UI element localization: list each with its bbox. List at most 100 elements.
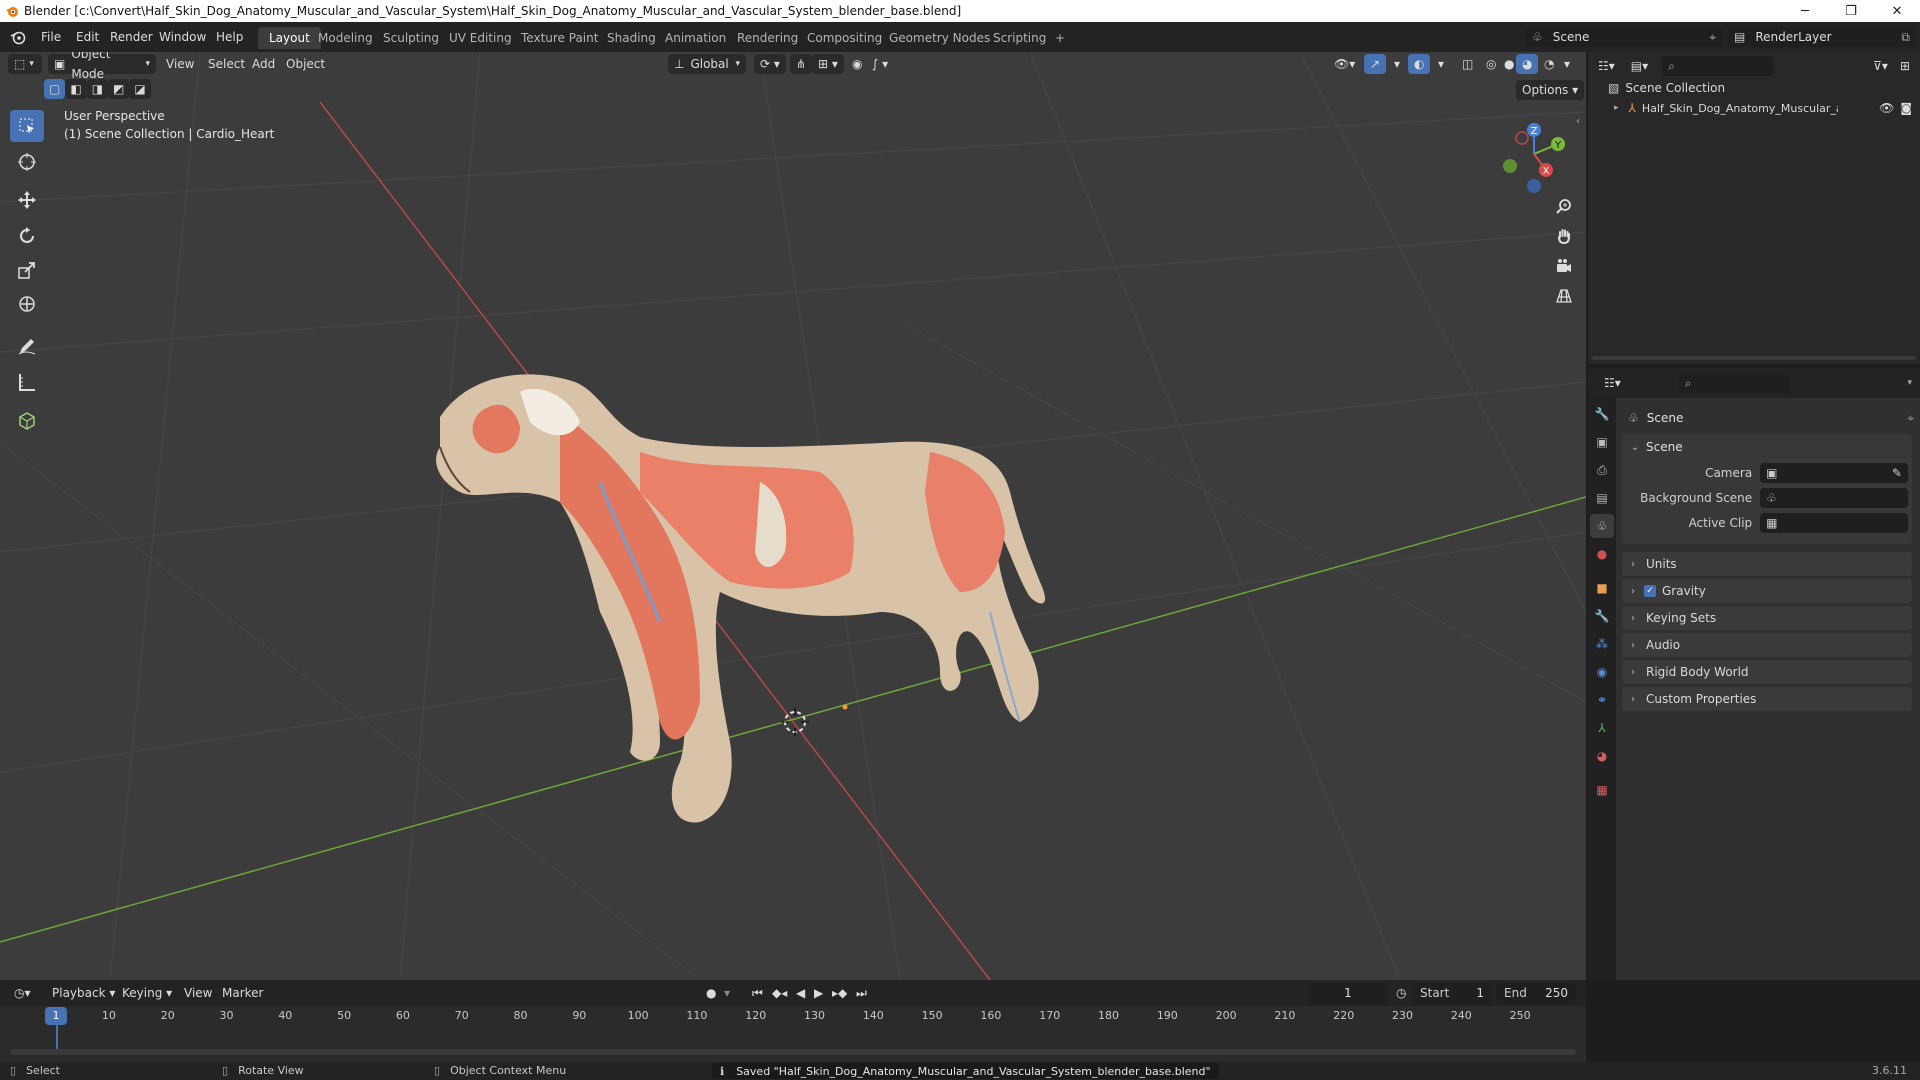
chevron-down-icon[interactable]: ▾ — [1558, 54, 1576, 74]
chevron-down-icon[interactable]: ▾ — [718, 983, 736, 1003]
select-invert-icon[interactable]: ◩ — [108, 79, 130, 99]
object-tab-icon[interactable]: ■ — [1590, 576, 1614, 600]
camera-field[interactable]: ▣ ✎ — [1760, 463, 1908, 483]
menu-help[interactable]: Help — [208, 27, 251, 47]
view-layer-selector[interactable]: ▤ RenderLayer ⧉ — [1728, 27, 1916, 47]
display-mode-icon[interactable]: ▤▾ — [1625, 56, 1654, 76]
view-layer-tab-icon[interactable]: ▤ — [1590, 486, 1614, 510]
panel-gravity[interactable]: › ✓ Gravity — [1622, 579, 1912, 603]
playback-menu[interactable]: Playback ▾ — [46, 983, 121, 1003]
select-intersect-icon[interactable]: ◪ — [129, 79, 151, 99]
xray-icon[interactable]: ◫ — [1456, 54, 1479, 74]
snap-target-icon[interactable]: ⊞ ▾ — [812, 54, 844, 74]
outliner-search-input[interactable]: ⌕ — [1662, 56, 1775, 76]
annotate-tool[interactable] — [10, 330, 44, 362]
editor-type-button[interactable]: ⬚ ▾ — [8, 54, 42, 74]
chevron-down-icon[interactable]: ▾ — [1432, 54, 1450, 74]
end-frame-field[interactable]: End 250 — [1496, 983, 1576, 1003]
outliner-editor-type-icon[interactable]: ☷▾ — [1592, 56, 1621, 76]
options-dropdown[interactable]: Options ▾ — [1516, 80, 1585, 100]
cursor-tool[interactable] — [10, 146, 44, 178]
blender-menu-icon[interactable] — [10, 29, 26, 45]
scale-tool[interactable] — [10, 254, 44, 286]
viewport-menu-view[interactable]: View — [160, 54, 200, 74]
new-collection-icon[interactable]: ⊞ — [1894, 56, 1916, 76]
restore-button[interactable]: ❐ — [1828, 0, 1874, 22]
pan-hand-icon[interactable] — [1550, 222, 1578, 250]
gravity-checkbox[interactable]: ✓ — [1644, 585, 1656, 597]
object-mode-dropdown[interactable]: ▣ Object Mode ▾ — [48, 52, 156, 81]
outliner-scrollbar[interactable] — [1592, 356, 1916, 360]
select-extend-icon[interactable]: ◧ — [65, 79, 87, 99]
add-workspace-button[interactable]: + — [1044, 27, 1076, 49]
navigation-gizmo[interactable]: Z Y X — [1494, 114, 1576, 196]
current-frame-field[interactable]: 1 — [1308, 983, 1388, 1003]
close-button[interactable]: ✕ — [1874, 0, 1920, 22]
select-new-icon[interactable]: ▢ — [44, 79, 66, 99]
data-tab-icon[interactable]: ⅄ — [1590, 716, 1614, 740]
falloff-icon[interactable]: ∫ ▾ — [866, 54, 894, 74]
texture-tab-icon[interactable]: ▦ — [1590, 778, 1614, 802]
viewport-canvas[interactable] — [0, 52, 1586, 980]
keying-menu[interactable]: Keying ▾ — [116, 983, 178, 1003]
viewport-menu-add[interactable]: Add — [246, 54, 281, 74]
perspective-toggle-icon[interactable] — [1550, 282, 1578, 310]
particles-tab-icon[interactable]: ⁂ — [1590, 632, 1614, 656]
scene-selector[interactable]: ♧ Scene ⌖ — [1526, 27, 1722, 47]
add-cube-tool[interactable] — [10, 404, 44, 436]
visibility-icon[interactable]: 👁▾ — [1328, 54, 1361, 74]
constraints-tab-icon[interactable]: ⚭ — [1590, 688, 1614, 712]
playhead[interactable]: 1 — [45, 1007, 67, 1025]
viewport-menu-object[interactable]: Object — [280, 54, 331, 74]
select-subtract-icon[interactable]: ◨ — [86, 79, 109, 99]
menu-file[interactable]: File — [33, 27, 69, 47]
pivot-point-icon[interactable]: ⟳ ▾ — [754, 54, 786, 74]
viewport-menu-select[interactable]: Select — [202, 54, 251, 74]
start-frame-field[interactable]: Start 1 — [1412, 983, 1492, 1003]
scene-panel-header[interactable]: ⌄ Scene — [1628, 436, 1908, 458]
properties-search-input[interactable]: ⌕ — [1678, 373, 1789, 393]
transform-tool[interactable] — [10, 288, 44, 320]
timeline-editor-type-icon[interactable]: ◷▾ — [8, 983, 37, 1003]
outliner-item-object[interactable]: ▸ ⅄ Half_Skin_Dog_Anatomy_Muscular_and_ … — [1614, 98, 1916, 118]
transform-orientation-dropdown[interactable]: ⊥ Global ▾ — [668, 54, 746, 74]
preview-range-icon[interactable]: ◷ — [1390, 983, 1412, 1003]
panel-custom-properties[interactable]: › Custom Properties — [1622, 687, 1912, 711]
panel-keying-sets[interactable]: › Keying Sets — [1622, 606, 1912, 630]
rotate-tool[interactable] — [10, 220, 44, 252]
world-tab-icon[interactable]: ● — [1590, 542, 1614, 566]
move-tool[interactable] — [10, 184, 44, 216]
material-tab-icon[interactable]: ◕ — [1590, 744, 1614, 768]
filter-icon[interactable]: ⊽▾ — [1867, 56, 1894, 76]
timeline-menu-view[interactable]: View — [178, 983, 218, 1003]
menu-window[interactable]: Window — [151, 27, 214, 47]
scene-tab-icon[interactable]: ♧ — [1590, 514, 1614, 538]
visibility-eye-icon[interactable]: 👁 — [1879, 101, 1894, 115]
properties-editor-type-icon[interactable]: ☷▾ — [1598, 373, 1627, 393]
sidebar-toggle-icon[interactable]: ‹ — [1576, 116, 1580, 127]
modifier-tab-icon[interactable]: 🔧 — [1590, 604, 1614, 628]
panel-audio[interactable]: › Audio — [1622, 633, 1912, 657]
expand-arrow-icon[interactable]: ▸ — [1614, 103, 1619, 113]
tool-tab-icon[interactable]: 🔧 — [1590, 402, 1614, 426]
3d-viewport[interactable]: ⬚ ▾ ▣ Object Mode ▾ View Select Add Objec… — [0, 52, 1586, 980]
pin-icon[interactable]: ⌖ — [1709, 30, 1716, 45]
select-box-tool[interactable] — [10, 110, 44, 142]
tab-texture-paint[interactable]: Texture Paint — [510, 27, 609, 49]
background-scene-field[interactable]: ♧ — [1760, 488, 1908, 508]
render-camera-icon[interactable]: ◙ — [1900, 101, 1912, 115]
jump-end-icon[interactable]: ⏭ — [850, 983, 873, 1003]
new-layer-icon[interactable]: ⧉ — [1901, 30, 1910, 45]
chevron-down-icon[interactable]: ▾ — [1388, 54, 1406, 74]
material-shading-icon[interactable]: ◕ — [1516, 54, 1539, 74]
gizmo-toggle-icon[interactable]: ↗ — [1364, 54, 1387, 74]
zoom-icon[interactable] — [1550, 192, 1578, 220]
pin-icon[interactable]: ⌖ — [1907, 411, 1914, 426]
camera-view-icon[interactable] — [1550, 252, 1578, 280]
measure-tool[interactable] — [10, 366, 44, 398]
panel-units[interactable]: › Units — [1622, 552, 1912, 576]
eyedropper-icon[interactable]: ✎ — [1892, 466, 1902, 480]
tab-animation[interactable]: Animation — [654, 27, 737, 49]
frame-ruler[interactable]: 1 10 20 30 40 50 60 70 80 90 100 110 120 130 140 150 160… — [0, 1007, 1586, 1055]
physics-tab-icon[interactable]: ◉ — [1590, 660, 1614, 684]
